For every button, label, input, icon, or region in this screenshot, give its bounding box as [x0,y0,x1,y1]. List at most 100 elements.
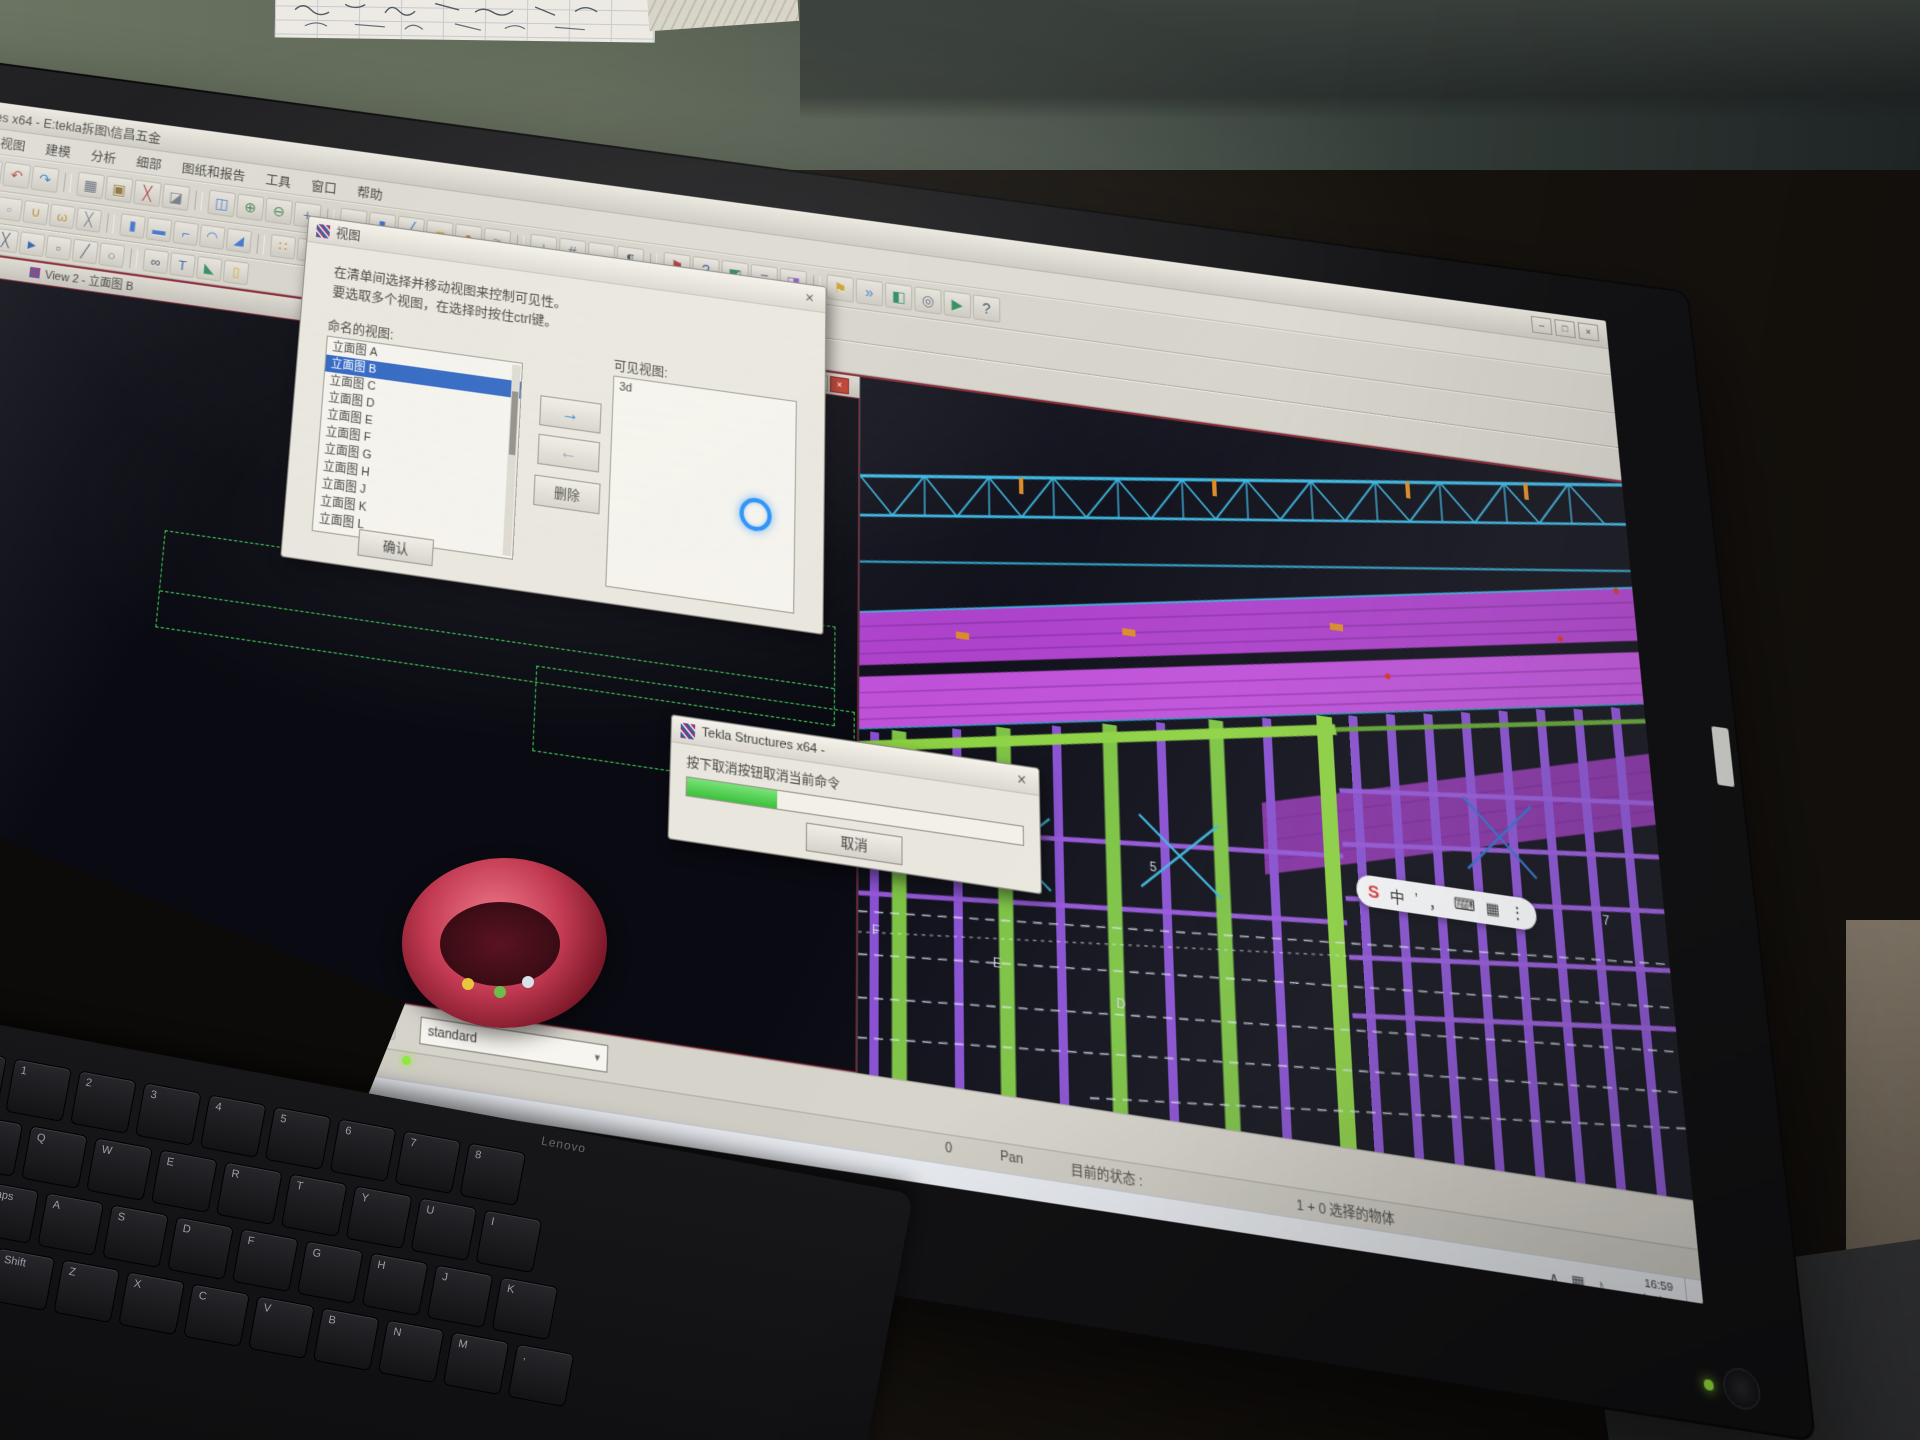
input-indicator-icon[interactable]: ▦ [1571,1271,1586,1292]
photo-scene: Lenovo es x64 - E:tekla拆图\信昌五金 –□× 视图建模分… [0,0,1920,1440]
delete-button[interactable]: 删除 [533,474,601,514]
new-view-icon[interactable]: ◫ [207,190,236,218]
keyboard-key: C [183,1283,250,1347]
profile-arc-icon[interactable]: ◠ [199,224,226,250]
hidden-icons-chevron[interactable]: ∧ [1548,1268,1560,1288]
undo-icon[interactable]: ↶ [2,161,31,189]
volume-icon[interactable]: ♪ [1596,1275,1605,1295]
ime-lang-indicator[interactable]: 中 [1389,883,1405,908]
keyboard-key: J [427,1265,494,1329]
zoom-in-icon[interactable]: ⊕ [236,193,265,221]
help-icon[interactable]: ? [973,294,1001,323]
grid-number-label: 5 [1150,860,1157,876]
keyboard-key: Y [346,1185,413,1249]
cut-icon[interactable]: ╳ [133,179,162,207]
keyboard-key: K [492,1277,559,1341]
keyboard-key: G [297,1240,364,1304]
keyboard-key: 7 [395,1130,462,1194]
ime-comma[interactable]: ， [1428,888,1445,913]
close-icon[interactable]: × [802,288,817,307]
keyboard-key: , [508,1344,575,1408]
ime-keyboard-icon[interactable]: ⌨ [1453,894,1476,917]
cancel-button[interactable]: 取消 [806,822,903,865]
profile-angle-icon[interactable]: ⌐ [172,220,199,246]
visible-view-item[interactable]: 3d [614,378,796,420]
paste-icon[interactable]: ◪ [161,183,190,211]
profile-beam-icon[interactable]: ▬ [146,217,173,243]
select-cross-icon[interactable]: ╳ [0,228,19,254]
draw-circle-icon[interactable]: ○ [98,242,125,268]
publish-icon[interactable]: ◧ [885,282,912,311]
desk-object [402,858,607,1028]
keyboard-led [402,1056,411,1065]
snap-point-icon[interactable]: ▫ [0,196,23,222]
toolbar-separator [63,172,72,192]
keyboard-brand-label: Lenovo [540,1134,587,1156]
keyboard-key: D [167,1216,234,1280]
zoom-out-icon[interactable]: ⊖ [264,197,293,225]
lift-hook-icon[interactable]: ∪ [22,200,49,226]
keyboard-key: 5 [265,1106,332,1170]
keyboard-key: X [118,1271,185,1335]
keyboard-key: Caps [0,1180,39,1244]
keyboard-key: 3 [135,1082,202,1146]
component-icon[interactable]: ◣ [196,256,223,282]
toolbar-separator [129,248,138,268]
keyboard-key: Q [21,1125,88,1189]
print-icon[interactable]: ▦ [76,172,105,200]
keyboard-key: F [232,1228,299,1292]
desk-object-inner [440,902,560,986]
keyboard-key: 8 [459,1142,526,1206]
ime-more-icon[interactable]: ⋮ [1509,902,1526,924]
flag-icon[interactable]: ⚑ [826,274,853,303]
named-views-list[interactable]: 立面图 A 立面图 B 立面图 C 立面图 D 立面图 E 立面图 F 立面图 … [312,335,524,559]
views-dialog-title: 视图 [335,224,361,245]
minimize-button[interactable]: – [1531,316,1553,335]
macro-run-icon[interactable]: ▶ [944,290,971,319]
bolt-array-icon[interactable]: ∷ [270,234,297,260]
ime-logo[interactable]: S [1367,881,1380,903]
snapshot-icon[interactable]: ◎ [914,286,941,315]
binoculars-icon[interactable]: ∞ [142,248,169,274]
show-desktop-button[interactable] [1684,1278,1695,1303]
desk-object-detail [522,976,534,988]
visible-views-list[interactable]: 3d [605,375,797,613]
ime-apostrophe[interactable]: ’ [1414,889,1419,908]
grid-letter-label: E [993,956,1002,972]
profile-column-icon[interactable]: ▮ [119,213,146,239]
keyboard-key: Z [53,1259,120,1323]
keyboard-key: H [362,1252,429,1316]
profile-fold-icon[interactable]: ◢ [226,228,253,254]
drawing-list-icon[interactable]: ▯ [223,259,250,285]
move-right-button[interactable]: → [539,395,602,434]
keyboard-key: V [248,1295,315,1359]
move-left-button[interactable]: ← [537,434,600,473]
named-views-items: 立面图 A 立面图 B 立面图 C 立面图 D 立面图 E 立面图 F 立面图 … [313,337,522,556]
taskbar-clock[interactable]: 16:59 2022/10/16 [1615,1271,1675,1304]
keyboard-key: Shift [0,1247,55,1311]
status-pan: Pan [1000,1149,1023,1168]
view-projection-icon[interactable]: T [169,252,196,278]
maximize-button[interactable]: □ [1554,319,1576,338]
copy-icon[interactable]: ▣ [104,175,133,203]
draw-line-icon[interactable]: ╱ [72,239,99,265]
select-area-icon[interactable]: ▫ [45,235,72,261]
keyboard-key: A [37,1192,104,1256]
keyboard-key: 6 [330,1118,397,1182]
tekla-logo-icon [680,722,695,739]
anchor-icon[interactable]: ω [49,204,76,230]
close-button[interactable]: × [1578,322,1600,341]
close-icon[interactable]: × [1014,769,1030,790]
power-button [1721,1365,1762,1412]
view-close-button[interactable]: × [830,375,849,394]
select-arrow-icon[interactable]: ► [18,231,45,257]
toolbar-separator [256,234,265,254]
menu-item-0[interactable]: 视图 [0,128,37,159]
keyboard-key: R [216,1161,283,1225]
fast-forward-icon[interactable]: » [856,278,883,307]
desk-object-detail [462,978,474,990]
ime-board-icon[interactable]: ▦ [1485,898,1501,920]
handwriting-scribbles [275,0,656,43]
redo-icon[interactable]: ↷ [30,165,59,193]
mesh-icon[interactable]: ╳ [75,207,102,233]
